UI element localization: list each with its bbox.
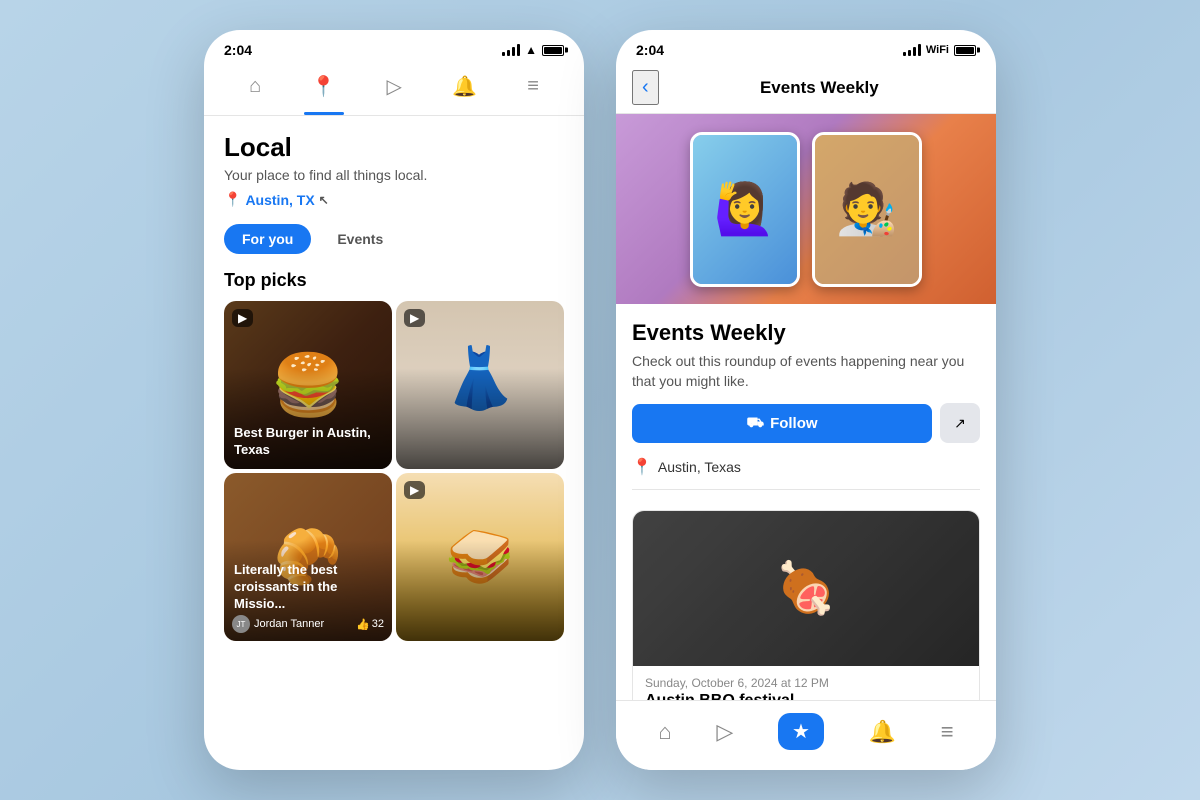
events-page-name: Events Weekly — [632, 320, 980, 346]
video-badge-burger: ▶ — [232, 309, 253, 327]
card-sandwich[interactable]: ▶ — [396, 473, 564, 641]
location-tag[interactable]: 📍 Austin, TX ↖ — [224, 191, 564, 208]
left-signal — [502, 44, 520, 56]
bottom-nav-bell[interactable]: 🔔 — [859, 715, 906, 749]
hero-photo-1: 🙋‍♀️ — [690, 132, 800, 287]
video-badge-sandwich: ▶ — [404, 481, 425, 499]
local-pin-icon: 📍 — [311, 74, 336, 99]
location-text: Austin, TX — [245, 192, 314, 208]
share-icon: ↗ — [954, 415, 966, 432]
menu-icon: ≡ — [527, 75, 539, 98]
bottom-nav-video[interactable]: ▷ — [706, 715, 743, 749]
video-icon: ▷ — [387, 74, 402, 99]
right-battery-icon — [954, 45, 976, 56]
location-pin-icon: 📍 — [224, 191, 241, 208]
action-row: ⛟ Follow ↗ — [632, 403, 980, 443]
nav-bell[interactable]: 🔔 — [440, 70, 489, 103]
nav-menu[interactable]: ≡ — [515, 71, 551, 102]
section-title: Top picks — [204, 266, 584, 301]
card-likes: 👍 32 — [356, 618, 384, 631]
page-title: Local — [224, 132, 564, 163]
bell-icon: 🔔 — [452, 74, 477, 99]
card-croissant[interactable]: JT Jordan Tanner 👍 32 Literally the best… — [224, 473, 392, 641]
thumbs-up-icon: 👍 — [356, 618, 370, 631]
bottom-local-icon: ★ — [792, 719, 810, 744]
home-icon: ⌂ — [249, 75, 261, 98]
nav-local[interactable]: 📍 — [299, 70, 348, 103]
right-signal — [903, 44, 921, 56]
detail-header: ‹ Events Weekly — [616, 62, 996, 114]
left-status-icons: ▲ — [502, 43, 564, 57]
event-date: Sunday, October 6, 2024 at 12 PM — [645, 676, 967, 690]
card-author: JT Jordan Tanner — [232, 615, 324, 633]
right-status-icons: WiFi — [903, 44, 976, 56]
play-icon-2: ▶ — [410, 311, 419, 325]
tab-for-you[interactable]: For you — [224, 224, 311, 254]
page-info: Events Weekly Check out this roundup of … — [616, 304, 996, 498]
bottom-bell-icon: 🔔 — [869, 719, 896, 745]
bottom-video-icon: ▷ — [716, 719, 733, 745]
video-badge-fashion: ▶ — [404, 309, 425, 327]
right-time: 2:04 — [636, 42, 664, 58]
bottom-home-icon: ⌂ — [658, 719, 671, 745]
right-wifi-icon: WiFi — [926, 44, 949, 56]
burger-label: Best Burger in Austin, Texas — [234, 425, 382, 459]
card-burger[interactable]: ▶ Best Burger in Austin, Texas — [224, 301, 392, 469]
event-image: 🍖 — [633, 511, 979, 666]
tab-bar: For you Events — [204, 216, 584, 266]
author-name: Jordan Tanner — [254, 618, 324, 630]
follow-label: Follow — [770, 415, 818, 432]
left-time: 2:04 — [224, 42, 252, 58]
card-fashion[interactable]: ▶ — [396, 301, 564, 469]
location-row: 📍 Austin, Texas — [632, 457, 980, 490]
bottom-nav-menu[interactable]: ≡ — [931, 715, 964, 749]
nav-video[interactable]: ▷ — [375, 70, 414, 103]
back-button[interactable]: ‹ — [632, 70, 659, 105]
bottom-nav-local[interactable]: ★ — [768, 709, 834, 754]
follow-icon: ⛟ — [746, 414, 764, 433]
right-bottom-nav: ⌂ ▷ ★ 🔔 ≡ — [616, 700, 996, 770]
likes-count: 32 — [372, 618, 384, 630]
events-page-desc: Check out this roundup of events happeni… — [632, 352, 980, 391]
left-nav-bar: ⌂ 📍 ▷ 🔔 ≡ — [204, 62, 584, 116]
play-icon: ▶ — [238, 311, 247, 325]
left-phone: 2:04 ▲ ⌂ 📍 ▷ — [204, 30, 584, 770]
share-button[interactable]: ↗ — [940, 403, 980, 443]
bottom-nav-home[interactable]: ⌂ — [648, 715, 681, 749]
hero-photo-2: 🧑‍🎨 — [812, 132, 922, 287]
left-status-bar: 2:04 ▲ — [204, 30, 584, 62]
event-card[interactable]: 🍖 Sunday, October 6, 2024 at 12 PM Austi… — [632, 510, 980, 725]
location-row-text: Austin, Texas — [658, 459, 741, 475]
hero-banner: 🙋‍♀️ 🧑‍🎨 — [616, 114, 996, 304]
follow-button[interactable]: ⛟ Follow — [632, 404, 932, 443]
location-row-pin-icon: 📍 — [632, 457, 652, 477]
play-icon-3: ▶ — [410, 483, 419, 497]
left-wifi-icon: ▲ — [525, 43, 537, 57]
picks-grid: ▶ Best Burger in Austin, Texas ▶ JT — [204, 301, 584, 641]
left-battery-icon — [542, 45, 564, 56]
page-header: Local Your place to find all things loca… — [204, 116, 584, 216]
author-avatar: JT — [232, 615, 250, 633]
detail-title: Events Weekly — [659, 78, 980, 98]
tab-events[interactable]: Events — [319, 224, 401, 254]
right-status-bar: 2:04 WiFi — [616, 30, 996, 62]
right-phone: 2:04 WiFi ‹ Events Weekly 🙋‍♀ — [616, 30, 996, 770]
nav-home[interactable]: ⌂ — [237, 71, 273, 102]
page-subtitle: Your place to find all things local. — [224, 167, 564, 183]
croissant-label: Literally the best croissants in the Mis… — [234, 562, 382, 613]
bottom-menu-icon: ≡ — [941, 719, 954, 745]
